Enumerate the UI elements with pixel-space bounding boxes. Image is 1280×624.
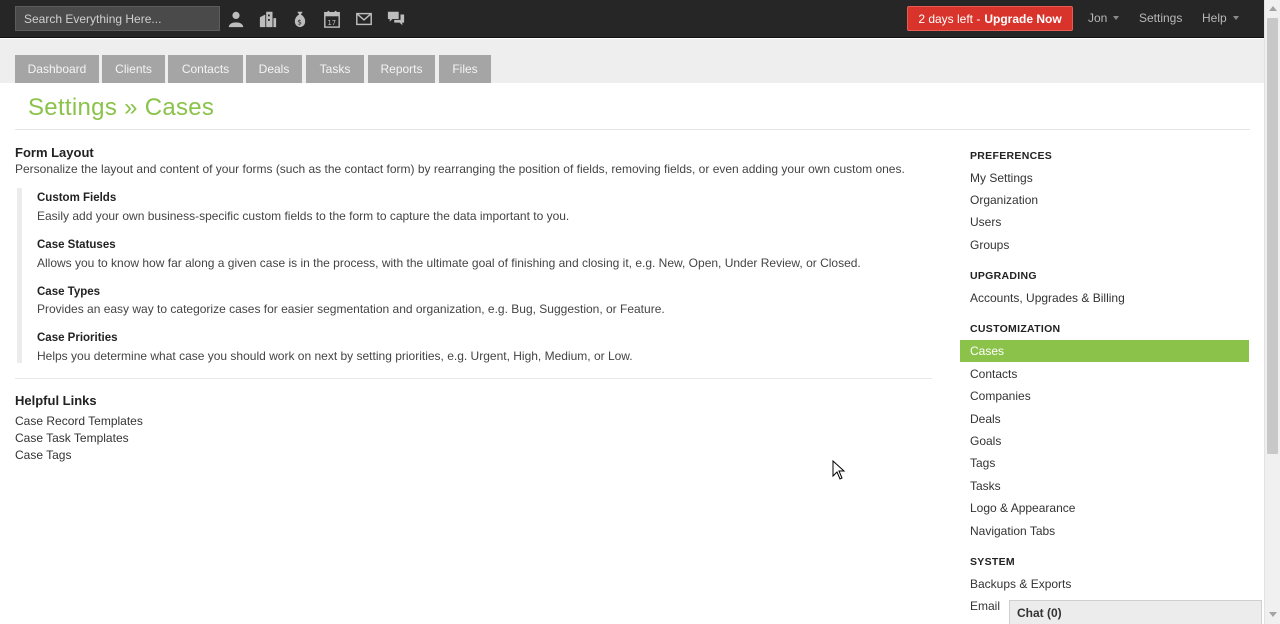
form-layout-heading: Form Layout	[15, 145, 94, 160]
scroll-thumb[interactable]	[1267, 18, 1278, 454]
sidebar-item-tasks[interactable]: Tasks	[970, 479, 1001, 493]
sidebar-item-cases[interactable]: Cases	[960, 340, 1249, 362]
sidebar-item-tags[interactable]: Tags	[970, 456, 995, 470]
sidebar-item-logo-appearance[interactable]: Logo & Appearance	[970, 501, 1075, 515]
sidebar-item-organization[interactable]: Organization	[970, 193, 1038, 207]
chat-widget[interactable]: Chat (0)	[1009, 600, 1262, 624]
tab-files[interactable]: Files	[439, 55, 491, 83]
sidebar-item-contacts[interactable]: Contacts	[970, 367, 1017, 381]
feature-description: Helps you determine what case you should…	[37, 349, 633, 363]
sidebar-item-users[interactable]: Users	[970, 215, 1001, 229]
helpful-links-heading: Helpful Links	[15, 393, 97, 408]
settings-label: Settings	[1139, 11, 1183, 25]
top-bar: $ 17 2 days left - Upgrade Now Jon Setti…	[0, 0, 1264, 38]
calendar-day: 17	[328, 19, 337, 27]
sidebar-heading-customization: CUSTOMIZATION	[970, 323, 1061, 335]
money-bag-icon[interactable]: $	[289, 8, 311, 30]
tab-contacts[interactable]: Contacts	[168, 55, 243, 83]
help-link-case-tags[interactable]: Case Tags	[15, 448, 71, 462]
sidebar-item-email[interactable]: Email	[970, 599, 1000, 613]
sidebar-item-deals[interactable]: Deals	[970, 412, 1001, 426]
help-link-case-task-templates[interactable]: Case Task Templates	[15, 431, 129, 445]
trial-days-left: 2 days left -	[918, 11, 981, 26]
tab-dashboard[interactable]: Dashboard	[15, 55, 99, 83]
calendar-icon[interactable]: 17	[321, 8, 343, 30]
scroll-down-icon[interactable]	[1269, 612, 1277, 617]
feature-title: Case Types	[37, 286, 101, 298]
chevron-down-icon	[1113, 16, 1120, 20]
person-icon[interactable]	[225, 8, 247, 30]
feature-description: Easily add your own business-specific cu…	[37, 209, 570, 223]
sidebar-item-goals[interactable]: Goals	[970, 434, 1001, 448]
sidebar-item-backups-exports[interactable]: Backups & Exports	[970, 577, 1071, 591]
sidebar-item-companies[interactable]: Companies	[970, 389, 1031, 403]
scroll-up-icon[interactable]	[1269, 6, 1277, 11]
chevron-down-icon	[1232, 16, 1239, 20]
sidebar-heading-upgrading: UPGRADING	[970, 270, 1037, 282]
feature-title: Custom Fields	[37, 192, 117, 204]
feature-title: Case Statuses	[37, 239, 116, 251]
scrollbar[interactable]	[1264, 0, 1280, 624]
help-menu[interactable]: Help	[1202, 11, 1239, 25]
page-title: Settings » Cases	[28, 94, 215, 121]
divider	[15, 378, 932, 379]
chat-bubbles-icon[interactable]	[385, 8, 407, 30]
upgrade-now-label: Upgrade Now	[984, 11, 1062, 26]
sidebar-item-my-settings[interactable]: My Settings	[970, 171, 1033, 185]
nav-tabs: Dashboard Clients Contacts Deals Tasks R…	[0, 39, 1264, 83]
tab-clients[interactable]: Clients	[102, 55, 165, 83]
svg-text:$: $	[297, 17, 302, 26]
upgrade-button[interactable]: 2 days left - Upgrade Now	[907, 6, 1073, 31]
tab-deals[interactable]: Deals	[246, 55, 302, 83]
feature-list-bar	[17, 188, 22, 363]
help-label: Help	[1202, 11, 1227, 25]
feature-description: Provides an easy way to categorize cases…	[37, 302, 665, 316]
divider	[15, 129, 1250, 130]
sidebar-heading-system: SYSTEM	[970, 556, 1015, 568]
feature-title: Case Priorities	[37, 332, 118, 344]
envelope-icon[interactable]	[353, 8, 375, 30]
user-menu[interactable]: Jon	[1088, 11, 1120, 25]
sidebar-item-billing[interactable]: Accounts, Upgrades & Billing	[970, 291, 1125, 305]
sidebar-heading-preferences: PREFERENCES	[970, 150, 1053, 162]
settings-link[interactable]: Settings	[1139, 11, 1182, 25]
tab-tasks[interactable]: Tasks	[306, 55, 364, 83]
mouse-cursor-icon	[832, 460, 846, 480]
sidebar-item-groups[interactable]: Groups	[970, 238, 1009, 252]
feature-description: Allows you to know how far along a given…	[37, 256, 861, 270]
buildings-icon[interactable]	[257, 8, 279, 30]
user-name: Jon	[1088, 11, 1108, 25]
form-layout-description: Personalize the layout and content of yo…	[15, 162, 905, 176]
search-input[interactable]	[15, 6, 220, 31]
help-link-case-record-templates[interactable]: Case Record Templates	[15, 414, 143, 428]
sidebar-item-navigation-tabs[interactable]: Navigation Tabs	[970, 524, 1055, 538]
tab-reports[interactable]: Reports	[368, 55, 435, 83]
